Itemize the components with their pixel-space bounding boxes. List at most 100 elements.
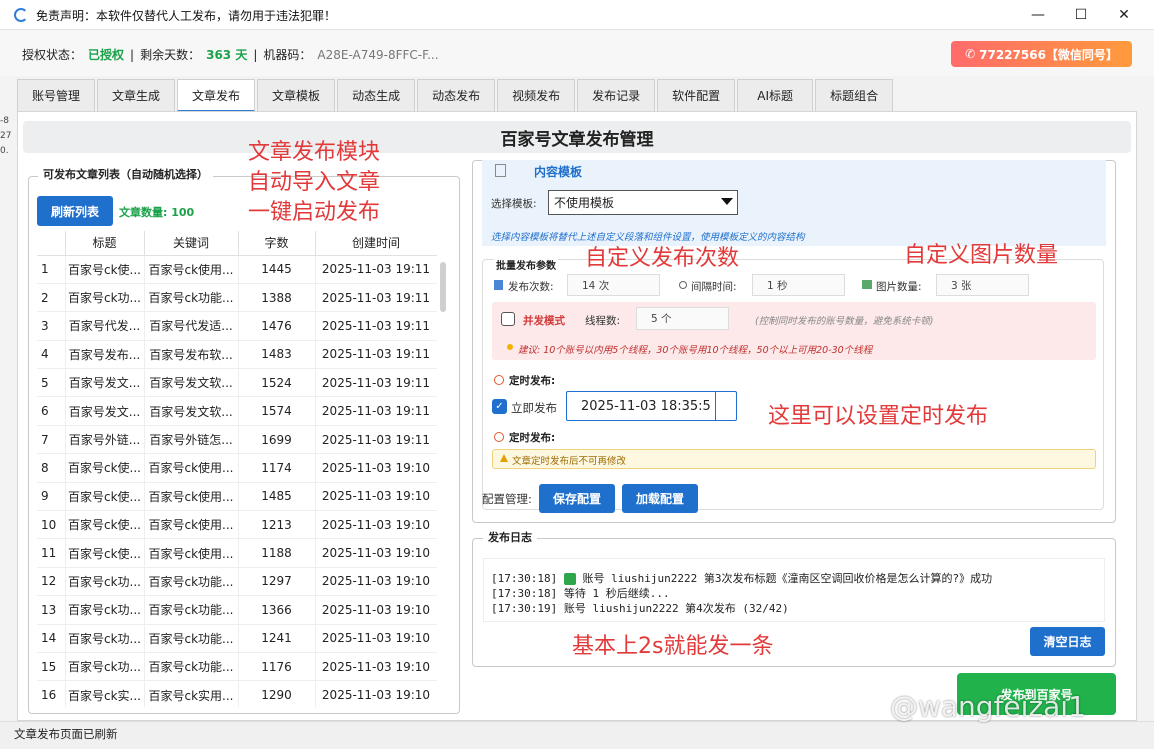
app-icon xyxy=(14,8,28,22)
load-config-button[interactable]: 加载配置 xyxy=(622,484,698,513)
row-index: 15 xyxy=(37,652,66,682)
tab-video-publish[interactable]: 视频发布 xyxy=(497,79,576,111)
tab-article-publish[interactable]: 文章发布 xyxy=(177,79,256,112)
wordcount-cell: 1366 xyxy=(238,595,316,625)
tab-bar: 账号管理 文章生成 文章发布 文章模板 动态生成 动态发布 视频发布 发布记录 … xyxy=(17,79,894,112)
edge-fragment: -8 xyxy=(0,116,9,126)
image-count-input[interactable]: 3 张 xyxy=(936,274,1029,296)
phone-icon: ✆ xyxy=(965,47,976,61)
instant-publish-checkbox[interactable]: ✓ xyxy=(492,399,507,414)
scheduled-label-2: 定时发布: xyxy=(509,432,556,444)
keyword-cell: 百家号外链怎... xyxy=(144,425,239,455)
table-row[interactable]: 14 百家号ck功... 百家号ck功能... 1241 2025-11-03 19:1… xyxy=(37,624,437,653)
table-row[interactable]: 11 百家号ck使... 百家号ck使用... 1188 2025-11-03 19:1… xyxy=(37,538,437,568)
tab-account[interactable]: 账号管理 xyxy=(17,79,96,111)
wordcount-cell: 1297 xyxy=(238,567,316,597)
wordcount-cell: 1241 xyxy=(238,624,316,653)
contact-button[interactable]: ✆ 77227566【微信同号】 xyxy=(951,41,1132,67)
status-text: 文章发布页面已刷新 xyxy=(14,727,118,741)
count-label: 发布次数: xyxy=(508,281,554,293)
tab-dynamic-publish[interactable]: 动态发布 xyxy=(417,79,496,111)
wordcount-cell: 1485 xyxy=(238,482,316,512)
table-row[interactable]: 12 百家号ck功... 百家号ck功能... 1297 2025-11-03 19:1… xyxy=(37,567,437,597)
annotation: 文章发布模块 xyxy=(248,140,381,165)
created-cell: 2025-11-03 19:11 xyxy=(315,311,437,341)
column-header[interactable]: 创建时间 xyxy=(315,231,437,256)
title-cell: 百家号ck使... xyxy=(65,255,145,284)
table-row[interactable]: 3 百家号代发... 百家号代发适... 1476 2025-11-03 19:11 xyxy=(37,311,437,341)
created-cell: 2025-11-03 19:11 xyxy=(315,283,437,313)
template-select[interactable]: 不使用模板 xyxy=(548,190,738,215)
tab-publish-records[interactable]: 发布记录 xyxy=(577,79,656,111)
maximize-icon[interactable]: ☐ xyxy=(1058,0,1104,30)
table-row[interactable]: 5 百家号发文... 百家号发文软... 1524 2025-11-03 19:11 xyxy=(37,368,437,398)
table-row[interactable]: 8 百家号ck使... 百家号ck使用... 1174 2025-11-03 19:10 xyxy=(37,453,437,483)
title-cell: 百家号ck功... xyxy=(65,595,145,625)
column-header[interactable] xyxy=(37,231,66,256)
tab-software-config[interactable]: 软件配置 xyxy=(657,79,736,111)
title-cell: 百家号外链... xyxy=(65,425,145,455)
column-header[interactable]: 关键词 xyxy=(144,231,239,256)
tab-dynamic-gen[interactable]: 动态生成 xyxy=(337,79,416,111)
save-config-button[interactable]: 保存配置 xyxy=(539,484,615,513)
article-list-title: 可发布文章列表（自动随机选择） xyxy=(38,166,213,182)
refresh-list-button[interactable]: 刷新列表 xyxy=(37,196,113,226)
wordcount-cell: 1574 xyxy=(238,396,316,426)
row-index: 11 xyxy=(37,538,66,568)
wordcount-cell: 1188 xyxy=(238,538,316,568)
page-title: 百家号文章发布管理 xyxy=(23,121,1131,153)
column-header[interactable]: 字数 xyxy=(238,231,316,256)
publish-count-input[interactable]: 14 次 xyxy=(567,274,660,296)
table-row[interactable]: 1 百家号ck使... 百家号ck使用... 1445 2025-11-03 19:11 xyxy=(37,255,437,284)
keyword-cell: 百家号ck使用... xyxy=(144,510,239,540)
table-row[interactable]: 6 百家号发文... 百家号发文软... 1574 2025-11-03 19:11 xyxy=(37,396,437,426)
tab-ai-title[interactable]: AI标题 xyxy=(737,79,814,111)
close-icon[interactable]: ✕ xyxy=(1101,0,1147,30)
schedule-datetime-input[interactable]: 2025-11-03 18:35:5 xyxy=(566,391,737,421)
row-index: 12 xyxy=(37,567,66,597)
table-row[interactable]: 2 百家号ck功... 百家号ck功能... 1388 2025-11-03 19:11 xyxy=(37,283,437,313)
row-index: 10 xyxy=(37,510,66,540)
interval-input[interactable]: 1 秒 xyxy=(752,274,845,296)
wordcount-cell: 1445 xyxy=(238,255,316,284)
concurrent-label: 并发模式 xyxy=(523,315,565,327)
table-row[interactable]: 15 百家号ck功... 百家号ck功能... 1176 2025-11-03 19:1… xyxy=(37,652,437,682)
row-index: 4 xyxy=(37,340,66,370)
keyword-cell: 百家号ck功能... xyxy=(144,567,239,597)
tab-article-template[interactable]: 文章模板 xyxy=(257,79,336,111)
clear-log-button[interactable]: 清空日志 xyxy=(1030,627,1105,656)
wordcount-cell: 1290 xyxy=(238,680,316,707)
table-scrollbar[interactable] xyxy=(440,262,446,312)
created-cell: 2025-11-03 19:10 xyxy=(315,624,437,653)
table-row[interactable]: 10 百家号ck使... 百家号ck使用... 1213 2025-11-03 19:1… xyxy=(37,510,437,540)
table-row[interactable]: 13 百家号ck功... 百家号ck功能... 1366 2025-11-03 19:1… xyxy=(37,595,437,625)
keyword-cell: 百家号ck使用... xyxy=(144,538,239,568)
machine-label: 机器码： xyxy=(263,48,312,62)
wordcount-cell: 1699 xyxy=(238,425,316,455)
keyword-cell: 百家号ck功能... xyxy=(144,283,239,313)
timer-icon xyxy=(679,281,687,289)
column-header[interactable]: 标题 xyxy=(65,231,145,256)
table-row[interactable]: 4 百家号发布... 百家号发布软... 1483 2025-11-03 19:11 xyxy=(37,340,437,370)
article-count: 文章数量: 100 xyxy=(119,206,195,219)
machine-code: A28E-A749-8FFC-F... xyxy=(317,47,439,62)
title-cell: 百家号代发... xyxy=(65,311,145,341)
wordcount-cell: 1213 xyxy=(238,510,316,540)
minimize-icon[interactable]: — xyxy=(1015,0,1061,30)
table-row[interactable]: 16 百家号ck实... 百家号ck实用... 1290 2025-11-03 19:1… xyxy=(37,680,437,707)
row-index: 1 xyxy=(37,255,66,284)
check-icon xyxy=(563,573,576,585)
log-title: 发布日志 xyxy=(483,529,537,545)
title-cell: 百家号ck功... xyxy=(65,567,145,597)
table-row[interactable]: 9 百家号ck使... 百家号ck使用... 1485 2025-11-03 19:10 xyxy=(37,482,437,512)
annotation: 自定义发布次数 xyxy=(585,246,740,271)
tab-article-gen[interactable]: 文章生成 xyxy=(97,79,176,111)
created-cell: 2025-11-03 19:10 xyxy=(315,482,437,512)
auth-info: 授权状态： 已授权 | 剩余天数： 363 天 | 机器码： A28E-A749… xyxy=(22,46,439,63)
keyword-cell: 百家号ck使用... xyxy=(144,482,239,512)
created-cell: 2025-11-03 19:10 xyxy=(315,680,437,707)
threads-input[interactable]: 5 个 xyxy=(636,307,729,330)
concurrent-checkbox[interactable] xyxy=(501,312,515,326)
tab-title-combo[interactable]: 标题组合 xyxy=(815,79,894,111)
table-row[interactable]: 7 百家号外链... 百家号外链怎... 1699 2025-11-03 19:11 xyxy=(37,425,437,455)
